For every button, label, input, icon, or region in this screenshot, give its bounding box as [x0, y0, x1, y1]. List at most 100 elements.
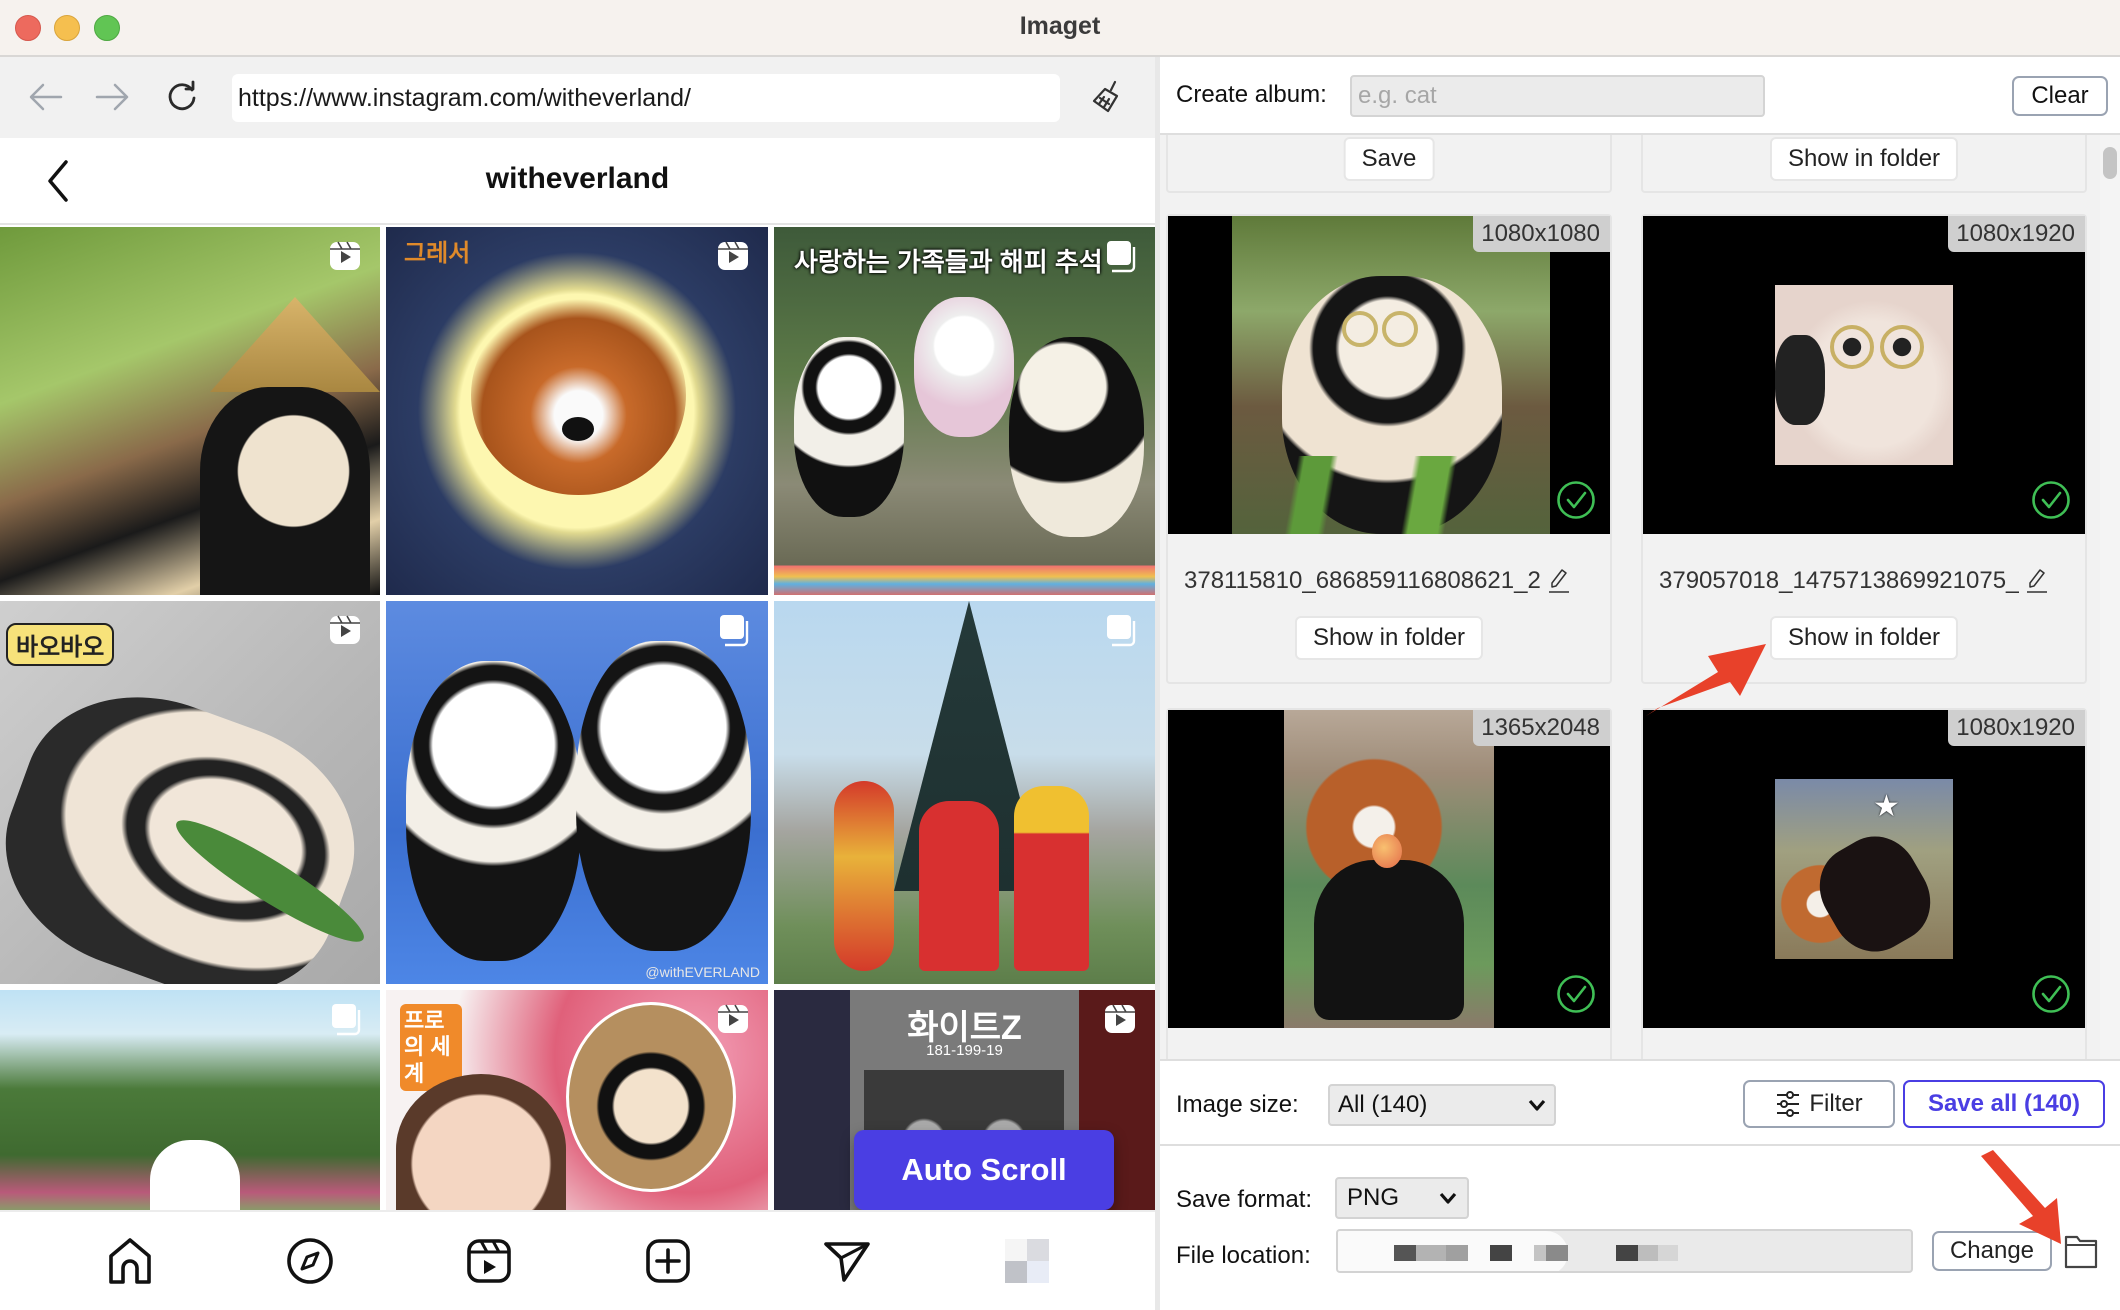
- saved-check-icon: [2032, 481, 2070, 519]
- file-location-label: File location:: [1176, 1242, 1311, 1269]
- post-tile[interactable]: @withEVERLAND: [386, 601, 768, 984]
- image-size-value: All (140): [1338, 1091, 1428, 1118]
- chevron-down-icon: [1439, 1192, 1457, 1204]
- image-card: 1080x1920 379057018_1475713869921075_ Sh…: [1641, 214, 2087, 684]
- post-tile[interactable]: [0, 227, 380, 595]
- album-name-input[interactable]: [1350, 75, 1765, 117]
- image-card: 1080x1080 378115810_686859116808621_2 Sh…: [1166, 214, 1612, 684]
- change-location-button[interactable]: Change: [1932, 1231, 2052, 1271]
- forward-button[interactable]: [90, 75, 134, 119]
- show-in-folder-button[interactable]: Show in folder: [1769, 616, 1959, 660]
- post-tile[interactable]: [774, 601, 1155, 984]
- broom-icon: [1092, 80, 1119, 113]
- browser-toolbar: [0, 57, 1155, 138]
- window-title: Imaget: [1019, 12, 1101, 40]
- image-preview[interactable]: ★ 1080x1920: [1643, 710, 2085, 1028]
- direct-icon: [824, 1242, 870, 1282]
- image-card: ★ 1080x1920: [1641, 708, 2087, 1059]
- save-format-label: Save format:: [1176, 1186, 1313, 1213]
- image-size-row: Image size: All (140) Filter Save all (1…: [1160, 1059, 2120, 1146]
- nav-home[interactable]: [103, 1234, 157, 1288]
- edit-filename-icon[interactable]: [1547, 568, 1571, 594]
- post-tile[interactable]: 바오바오: [0, 601, 380, 984]
- instagram-profile-header: witheverland: [0, 138, 1155, 225]
- post-tile[interactable]: 그레서: [386, 227, 768, 595]
- url-input[interactable]: [232, 74, 1060, 122]
- carousel-icon: [720, 615, 749, 647]
- reload-icon: [168, 80, 196, 111]
- reload-button[interactable]: [160, 75, 204, 119]
- instagram-bottom-nav: [0, 1210, 1155, 1310]
- carousel-icon: [332, 1004, 361, 1036]
- profile-avatar: [1005, 1239, 1049, 1283]
- nav-create[interactable]: [641, 1234, 695, 1288]
- post-tile[interactable]: 프로의 세계: [386, 990, 768, 1210]
- image-card-list: Save Show in folder 1080x1080 378115810_…: [1160, 135, 2100, 1059]
- post-caption: 그레서: [404, 240, 471, 267]
- saved-check-icon: [1557, 481, 1595, 519]
- card-list-scrollbar[interactable]: [2100, 135, 2120, 1059]
- post-tile[interactable]: [0, 990, 380, 1210]
- reel-icon: [718, 1004, 748, 1033]
- reel-icon: [1105, 1004, 1135, 1033]
- filename: 379057018_1475713869921075_: [1659, 566, 2069, 595]
- show-in-folder-button[interactable]: Show in folder: [1294, 616, 1484, 660]
- nav-profile[interactable]: [1000, 1234, 1054, 1288]
- image-dimensions: 1365x2048: [1473, 710, 1610, 746]
- image-preview[interactable]: 1080x1080: [1168, 216, 1610, 534]
- saved-check-icon: [2032, 975, 2070, 1013]
- carousel-icon: [1107, 615, 1136, 647]
- image-card: Show in folder: [1641, 135, 2087, 193]
- sliders-icon: [1777, 1091, 1800, 1117]
- image-dimensions: 1080x1920: [1948, 710, 2085, 746]
- home-icon: [109, 1238, 151, 1284]
- save-format-select[interactable]: PNG: [1335, 1177, 1469, 1219]
- post-caption: 사랑하는 가족들과 해피 추석: [794, 247, 1103, 277]
- clear-button[interactable]: Clear: [2012, 76, 2108, 116]
- imaget-panel: Create album: Clear Save Show in folder …: [1160, 57, 2120, 1310]
- reel-icon: [718, 241, 748, 270]
- filter-button[interactable]: Filter: [1743, 1080, 1895, 1128]
- image-dimensions: 1080x1920: [1948, 216, 2085, 252]
- show-in-folder-button[interactable]: Show in folder: [1769, 137, 1959, 181]
- reels-icon: [467, 1239, 511, 1283]
- nav-direct[interactable]: [820, 1234, 874, 1288]
- filter-label: Filter: [1809, 1090, 1863, 1117]
- nav-explore[interactable]: [283, 1234, 337, 1288]
- arrow-left-icon: [29, 83, 63, 111]
- album-bar: Create album: Clear: [1160, 57, 2120, 135]
- image-size-label: Image size:: [1176, 1091, 1299, 1118]
- instagram-username: witheverland: [485, 162, 670, 195]
- back-button[interactable]: [24, 75, 68, 119]
- nav-reels[interactable]: [462, 1234, 516, 1288]
- saved-check-icon: [1557, 975, 1595, 1013]
- carousel-icon: [1107, 241, 1136, 273]
- scrollbar-thumb[interactable]: [2103, 147, 2117, 179]
- create-album-label: Create album:: [1176, 81, 1327, 108]
- file-location-field[interactable]: [1336, 1229, 1913, 1273]
- save-all-button[interactable]: Save all (140): [1903, 1080, 2105, 1128]
- image-card: 1365x2048: [1166, 708, 1612, 1059]
- image-preview[interactable]: 1365x2048: [1168, 710, 1610, 1028]
- clear-cache-button[interactable]: [1088, 77, 1128, 117]
- image-dimensions: 1080x1080: [1473, 216, 1610, 252]
- filename-text: 378115810_686859116808621_2: [1184, 566, 1541, 594]
- save-settings: Save format: PNG File location: Change: [1160, 1146, 2120, 1310]
- browser-pane: witheverland 그레서 사랑하는 가족들과 해피 추석 바오바오: [0, 57, 1155, 1310]
- save-format-value: PNG: [1347, 1184, 1400, 1211]
- reel-icon: [330, 241, 360, 270]
- post-tile[interactable]: 사랑하는 가족들과 해피 추석: [774, 227, 1155, 595]
- save-button[interactable]: Save: [1343, 137, 1435, 181]
- edit-filename-icon[interactable]: [2025, 568, 2049, 594]
- image-preview[interactable]: 1080x1920: [1643, 216, 2085, 534]
- image-size-select[interactable]: All (140): [1328, 1084, 1556, 1126]
- folder-icon[interactable]: [2063, 1232, 2099, 1270]
- explore-icon: [287, 1238, 333, 1284]
- chevron-down-icon: [1528, 1099, 1546, 1111]
- filename: 378115810_686859116808621_2: [1184, 566, 1594, 595]
- arrow-right-icon: [95, 83, 129, 111]
- auto-scroll-button[interactable]: Auto Scroll: [854, 1130, 1114, 1210]
- post-caption: @withEVERLAND: [645, 964, 760, 980]
- post-caption: 바오바오: [6, 623, 115, 666]
- post-subcaption: 181-199-19: [926, 1042, 1003, 1059]
